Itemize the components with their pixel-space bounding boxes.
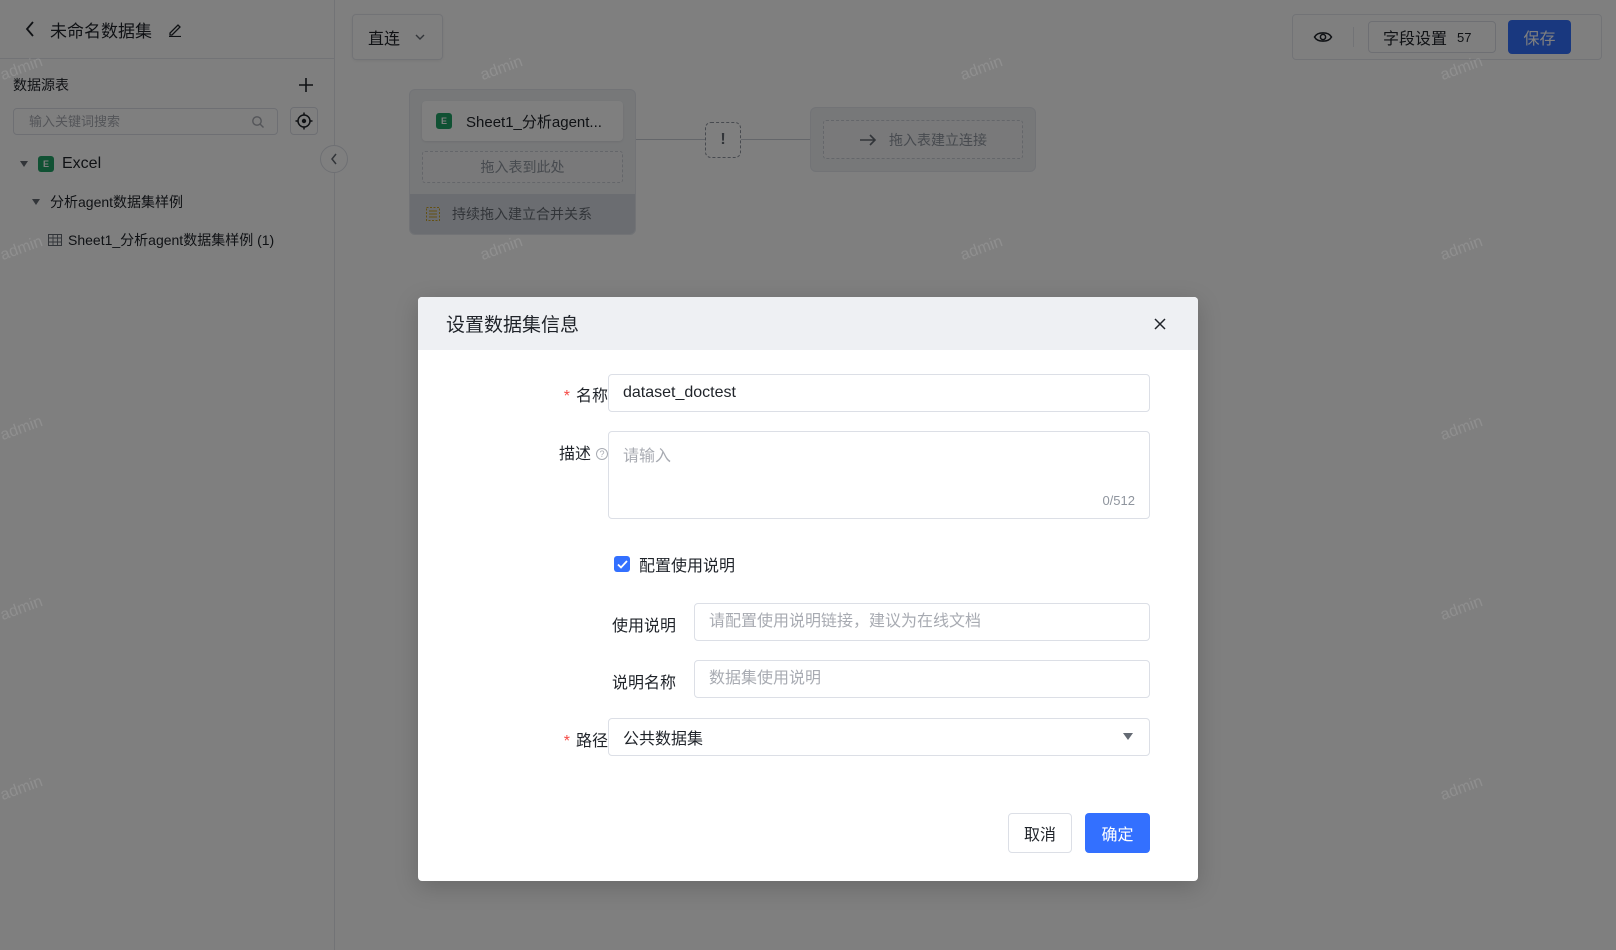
usage-name-field [694,660,1150,698]
path-label-text: 路径 [575,733,608,750]
dialog-title: 设置数据集信息 [446,315,580,336]
description-label: 描述? [528,440,608,464]
path-label: * 路径 [542,727,608,751]
usage-link-input[interactable] [695,604,1149,640]
usage-checkbox-label: 配置使用说明 [639,558,736,575]
usage-name-input[interactable] [695,661,1149,697]
name-input[interactable] [609,375,1149,411]
required-mark: * [563,733,570,750]
name-label-text: 名称 [575,388,608,405]
help-icon[interactable]: ? [596,448,608,460]
usage-field [694,603,1150,641]
usage-name-label: 说明名称 [612,675,677,692]
caret-down-icon [1123,733,1133,740]
close-icon[interactable] [1152,316,1168,332]
description-textarea[interactable] [609,432,1149,518]
dialog-header: 设置数据集信息 [418,297,1198,350]
usage-label: 使用说明 [612,618,677,635]
name-label: * 名称 [542,382,608,406]
required-mark: * [563,388,570,405]
name-field [608,374,1150,412]
checkbox-checked-icon[interactable] [614,556,630,572]
path-select[interactable]: 公共数据集 [608,718,1150,756]
description-label-text: 描述 [558,446,591,463]
description-field: 0/512 [608,431,1150,519]
confirm-button[interactable]: 确定 [1085,813,1150,853]
cancel-button[interactable]: 取消 [1008,813,1072,853]
description-counter: 0/512 [1102,493,1135,508]
usage-checkbox-row[interactable]: 配置使用说明 [614,552,735,576]
path-value: 公共数据集 [623,731,704,748]
dataset-info-dialog: 设置数据集信息 * 名称 描述? 0/512 配置使用说明 使用说明 说明名称 *… [418,297,1198,881]
